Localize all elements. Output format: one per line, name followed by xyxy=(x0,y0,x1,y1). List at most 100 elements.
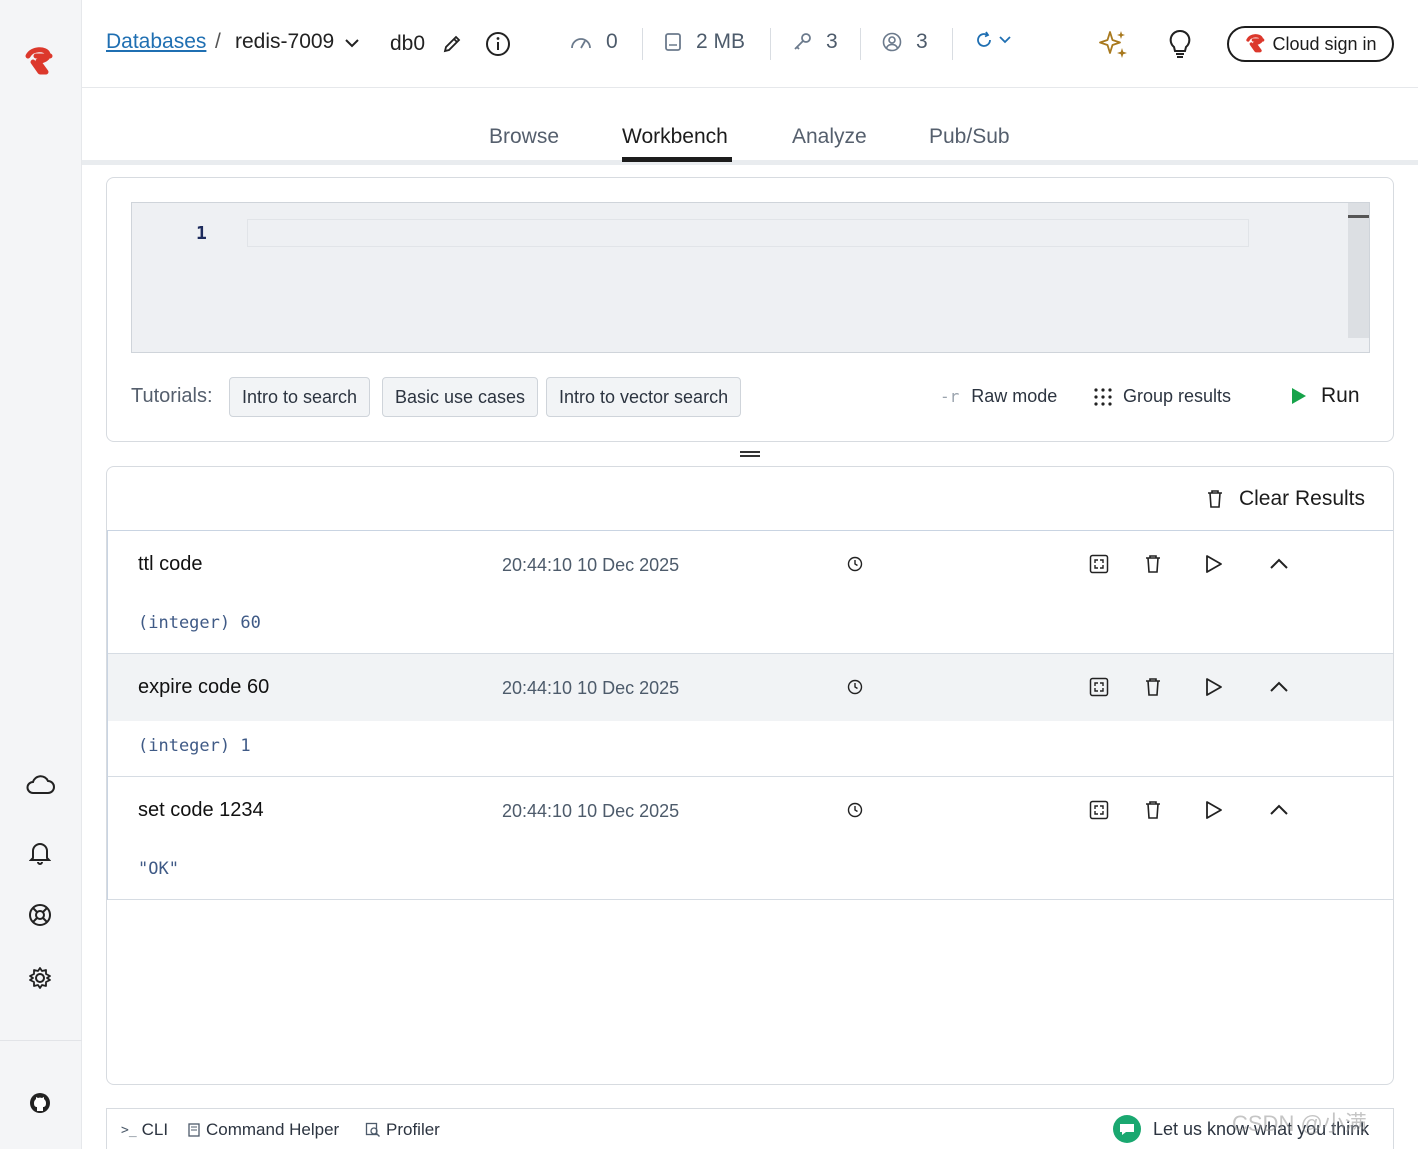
breadcrumb-databases-link[interactable]: Databases xyxy=(106,30,206,54)
stat-divider xyxy=(642,28,643,60)
scrollbar-thumb[interactable] xyxy=(1348,215,1369,218)
insights-lightbulb-icon[interactable] xyxy=(1167,28,1193,65)
rerun-play-icon[interactable] xyxy=(1203,799,1225,821)
ops-per-second-stat: 0 xyxy=(570,30,618,54)
main-tabs: Browse Workbench Analyze Pub/Sub xyxy=(82,89,1418,165)
run-label: Run xyxy=(1321,384,1360,407)
trash-icon[interactable] xyxy=(1142,799,1164,821)
trash-icon[interactable] xyxy=(1142,553,1164,575)
fullscreen-icon[interactable] xyxy=(1088,553,1110,575)
refresh-icon[interactable] xyxy=(974,30,994,50)
result-command: set code 1234 xyxy=(138,799,264,821)
query-editor[interactable]: 1 xyxy=(131,202,1370,353)
trash-icon[interactable] xyxy=(1142,676,1164,698)
play-icon xyxy=(1292,388,1306,404)
memory-value: 2 MB xyxy=(696,30,746,53)
stat-divider xyxy=(770,28,771,60)
keys-stat: 3 xyxy=(792,30,838,54)
group-results-toggle[interactable]: Group results xyxy=(1093,386,1231,407)
instance-name[interactable]: redis-7009 xyxy=(235,30,334,54)
clear-results-button[interactable]: Clear Results xyxy=(1207,487,1365,511)
rerun-play-icon[interactable] xyxy=(1203,676,1225,698)
chevron-up-icon[interactable] xyxy=(1268,799,1290,821)
chevron-down-icon[interactable] xyxy=(998,35,1012,45)
active-tab-indicator xyxy=(622,157,732,162)
line-number: 1 xyxy=(196,223,207,244)
ops-value: 0 xyxy=(606,30,618,53)
terminal-prompt-icon: >_ xyxy=(121,1122,137,1138)
result-output-area: "OK" xyxy=(108,844,1393,899)
breadcrumb-separator: / xyxy=(215,30,221,53)
profiler-button[interactable]: Profiler xyxy=(365,1120,440,1140)
tab-workbench[interactable]: Workbench xyxy=(622,125,728,149)
tab-pubsub[interactable]: Pub/Sub xyxy=(929,125,1010,149)
tutorial-intro-to-search-button[interactable]: Intro to search xyxy=(229,377,371,417)
current-line[interactable] xyxy=(247,219,1249,247)
panel-resize-handle[interactable] xyxy=(740,451,760,457)
tab-browse[interactable]: Browse xyxy=(489,125,559,149)
fullscreen-icon[interactable] xyxy=(1088,676,1110,698)
rail-divider xyxy=(0,1040,82,1041)
group-results-label: Group results xyxy=(1123,386,1232,406)
settings-gear-icon[interactable] xyxy=(24,962,56,994)
cli-button[interactable]: >_ CLI xyxy=(121,1120,168,1140)
tutorial-basic-use-cases-button[interactable]: Basic use cases xyxy=(382,377,539,417)
command-helper-label: Command Helper xyxy=(206,1120,340,1139)
clients-stat: 3 xyxy=(882,30,928,54)
gauge-icon xyxy=(571,38,591,49)
command-helper-button[interactable]: Command Helper xyxy=(187,1120,339,1140)
auto-refresh-control[interactable] xyxy=(974,30,1012,50)
tutorial-intro-to-vector-search-button[interactable]: Intro to vector search xyxy=(546,377,742,417)
result-header[interactable]: ttl code 20:44:10 10 Dec 2025 xyxy=(108,531,1393,598)
fullscreen-icon[interactable] xyxy=(1088,799,1110,821)
cli-label: CLI xyxy=(141,1120,169,1139)
redis-logo-icon[interactable] xyxy=(22,44,58,80)
result-timestamp: 20:44:10 10 Dec 2025 xyxy=(502,801,680,821)
ai-assistant-sparkle-icon[interactable] xyxy=(1097,28,1129,65)
cloud-icon[interactable] xyxy=(24,768,56,800)
stat-divider xyxy=(860,28,861,60)
tab-analyze[interactable]: Analyze xyxy=(792,125,867,149)
clients-value: 3 xyxy=(916,30,928,53)
key-icon xyxy=(794,33,811,50)
raw-mode-icon: -r xyxy=(940,387,960,406)
stat-divider xyxy=(952,28,953,60)
result-card: expire code 60 20:44:10 10 Dec 2025 (int… xyxy=(108,654,1393,777)
raw-mode-label: Raw mode xyxy=(971,386,1058,406)
info-icon[interactable] xyxy=(485,31,511,62)
watermark: CSDN @小满 xyxy=(1232,1111,1367,1136)
help-lifebuoy-icon[interactable] xyxy=(24,899,56,931)
result-output: "OK" xyxy=(138,859,179,879)
run-button[interactable]: Run xyxy=(1291,384,1360,408)
tutorials-label: Tutorials: xyxy=(131,385,213,407)
grid-dots-icon xyxy=(1094,387,1112,406)
result-output: (integer) 1 xyxy=(138,736,251,756)
edit-pencil-icon[interactable] xyxy=(442,34,462,59)
left-navigation-rail xyxy=(0,0,82,1149)
editor-scrollbar[interactable] xyxy=(1348,203,1369,338)
user-circle-icon xyxy=(882,32,902,52)
raw-mode-toggle[interactable]: -r Raw mode xyxy=(940,386,1057,407)
github-icon[interactable] xyxy=(24,1087,56,1119)
cloud-sign-in-button[interactable]: Cloud sign in xyxy=(1227,26,1394,62)
chevron-down-icon[interactable] xyxy=(344,36,360,54)
result-output: (integer) 60 xyxy=(138,613,261,633)
result-timestamp: 20:44:10 10 Dec 2025 xyxy=(502,678,680,698)
feedback-chat-icon xyxy=(1113,1115,1141,1143)
clear-results-label: Clear Results xyxy=(1238,487,1365,510)
document-icon xyxy=(188,1123,200,1137)
result-output-area: (integer) 60 xyxy=(108,598,1393,653)
result-header[interactable]: set code 1234 20:44:10 10 Dec 2025 xyxy=(108,777,1393,844)
result-command: ttl code xyxy=(138,553,203,575)
result-card: ttl code 20:44:10 10 Dec 2025 (integer) … xyxy=(108,531,1393,654)
result-header[interactable]: expire code 60 20:44:10 10 Dec 2025 xyxy=(108,654,1393,721)
memory-chip-icon xyxy=(665,33,681,51)
rerun-play-icon[interactable] xyxy=(1203,553,1225,575)
result-timestamp: 20:44:10 10 Dec 2025 xyxy=(502,555,680,575)
profiler-search-icon xyxy=(365,1122,380,1137)
chevron-up-icon[interactable] xyxy=(1268,676,1290,698)
notification-bell-icon[interactable] xyxy=(24,837,56,869)
chevron-up-icon[interactable] xyxy=(1268,553,1290,575)
bottom-toolbar: >_ CLI Command Helper Profiler Let us kn… xyxy=(106,1108,1394,1149)
memory-stat: 2 MB xyxy=(664,30,745,54)
